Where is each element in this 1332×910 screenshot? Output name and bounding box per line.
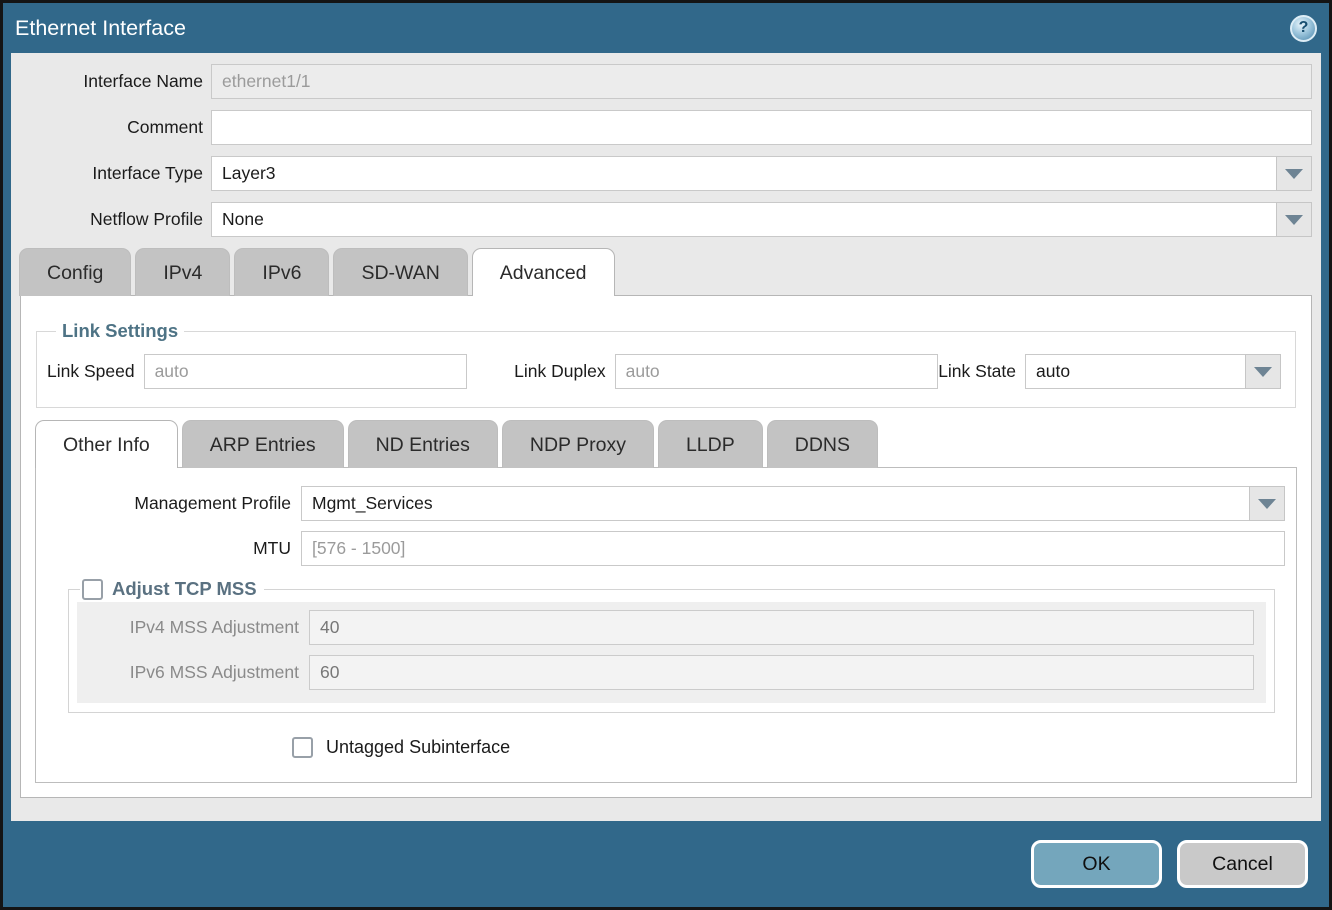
link-settings-legend: Link Settings bbox=[56, 320, 184, 342]
ipv4-mss-label: IPv4 MSS Adjustment bbox=[77, 617, 309, 638]
link-state-field[interactable] bbox=[1025, 354, 1245, 389]
cancel-button[interactable]: Cancel bbox=[1177, 840, 1308, 888]
link-state-dropdown-button[interactable] bbox=[1245, 354, 1281, 389]
interface-name-field bbox=[211, 64, 1312, 99]
ok-button[interactable]: OK bbox=[1031, 840, 1162, 888]
adjust-tcp-mss-legend: Adjust TCP MSS bbox=[80, 578, 264, 600]
tab-arp-entries[interactable]: ARP Entries bbox=[182, 420, 344, 468]
link-speed-field[interactable] bbox=[144, 354, 468, 389]
netflow-profile-label: Netflow Profile bbox=[11, 209, 211, 230]
tab-nd-entries[interactable]: ND Entries bbox=[348, 420, 498, 468]
netflow-profile-field[interactable] bbox=[211, 202, 1276, 237]
ethernet-interface-dialog: Ethernet Interface ? Interface Name Comm… bbox=[0, 0, 1332, 910]
dialog-title: Ethernet Interface bbox=[15, 16, 186, 41]
adjust-tcp-mss-fieldset: Adjust TCP MSS IPv4 MSS Adjustment IPv6 … bbox=[68, 578, 1275, 713]
dialog-content: Interface Name Comment Interface Type Ne… bbox=[11, 53, 1321, 821]
comment-field[interactable] bbox=[211, 110, 1312, 145]
interface-type-row: Interface Type bbox=[11, 156, 1312, 191]
untagged-subinterface-row: Untagged Subinterface bbox=[292, 737, 1285, 758]
dialog-footer: OK Cancel bbox=[3, 821, 1329, 907]
help-icon[interactable]: ? bbox=[1290, 15, 1317, 42]
interface-name-row: Interface Name bbox=[11, 64, 1312, 99]
link-state-label: Link State bbox=[938, 361, 1025, 382]
chevron-down-icon bbox=[1254, 367, 1272, 377]
adjust-tcp-mss-legend-text: Adjust TCP MSS bbox=[112, 578, 257, 600]
advanced-tab-panel: Link Settings Link Speed Link Duplex Lin… bbox=[20, 295, 1312, 798]
tab-advanced[interactable]: Advanced bbox=[472, 248, 615, 296]
mtu-row: MTU bbox=[47, 531, 1285, 566]
ipv6-mss-field bbox=[309, 655, 1254, 690]
ipv6-mss-row: IPv6 MSS Adjustment bbox=[77, 655, 1254, 690]
link-duplex-label: Link Duplex bbox=[514, 361, 614, 382]
interface-type-label: Interface Type bbox=[11, 163, 211, 184]
top-form: Interface Name Comment Interface Type Ne… bbox=[11, 64, 1321, 248]
chevron-down-icon bbox=[1285, 215, 1303, 225]
tab-other-info[interactable]: Other Info bbox=[35, 420, 178, 468]
interface-type-field[interactable] bbox=[211, 156, 1276, 191]
link-settings-fieldset: Link Settings Link Speed Link Duplex Lin… bbox=[36, 320, 1296, 408]
tab-ndp-proxy[interactable]: NDP Proxy bbox=[502, 420, 654, 468]
comment-row: Comment bbox=[11, 110, 1312, 145]
chevron-down-icon bbox=[1258, 499, 1276, 509]
link-duplex-field[interactable] bbox=[615, 354, 939, 389]
mss-disabled-box: IPv4 MSS Adjustment IPv6 MSS Adjustment bbox=[77, 602, 1266, 703]
tab-config[interactable]: Config bbox=[19, 248, 131, 296]
tab-ddns[interactable]: DDNS bbox=[767, 420, 878, 468]
main-tab-bar: Config IPv4 IPv6 SD-WAN Advanced bbox=[19, 248, 1321, 296]
netflow-profile-dropdown-button[interactable] bbox=[1276, 202, 1312, 237]
interface-type-dropdown-button[interactable] bbox=[1276, 156, 1312, 191]
tab-ipv4[interactable]: IPv4 bbox=[135, 248, 230, 296]
interface-name-label: Interface Name bbox=[11, 71, 211, 92]
link-state-combo bbox=[1025, 354, 1281, 389]
netflow-profile-row: Netflow Profile bbox=[11, 202, 1312, 237]
untagged-subinterface-label: Untagged Subinterface bbox=[326, 737, 510, 758]
inner-tab-bar: Other Info ARP Entries ND Entries NDP Pr… bbox=[35, 420, 1298, 468]
interface-type-combo bbox=[211, 156, 1312, 191]
ipv4-mss-field bbox=[309, 610, 1254, 645]
tab-sd-wan[interactable]: SD-WAN bbox=[333, 248, 467, 296]
ipv6-mss-label: IPv6 MSS Adjustment bbox=[77, 662, 309, 683]
tab-lldp[interactable]: LLDP bbox=[658, 420, 763, 468]
management-profile-dropdown-button[interactable] bbox=[1249, 486, 1285, 521]
adjust-tcp-mss-checkbox[interactable] bbox=[82, 579, 103, 600]
link-speed-label: Link Speed bbox=[47, 361, 144, 382]
comment-label: Comment bbox=[11, 117, 211, 138]
management-profile-field[interactable] bbox=[301, 486, 1249, 521]
management-profile-label: Management Profile bbox=[47, 493, 301, 514]
link-settings-row: Link Speed Link Duplex Link State bbox=[47, 354, 1285, 389]
mtu-label: MTU bbox=[47, 538, 301, 559]
netflow-profile-combo bbox=[211, 202, 1312, 237]
chevron-down-icon bbox=[1285, 169, 1303, 179]
management-profile-row: Management Profile bbox=[47, 486, 1285, 521]
untagged-subinterface-checkbox[interactable] bbox=[292, 737, 313, 758]
dialog-titlebar: Ethernet Interface ? bbox=[3, 3, 1329, 53]
mtu-field[interactable] bbox=[301, 531, 1285, 566]
other-info-panel: Management Profile MTU bbox=[35, 467, 1297, 783]
ipv4-mss-row: IPv4 MSS Adjustment bbox=[77, 610, 1254, 645]
tab-ipv6[interactable]: IPv6 bbox=[234, 248, 329, 296]
management-profile-combo bbox=[301, 486, 1285, 521]
